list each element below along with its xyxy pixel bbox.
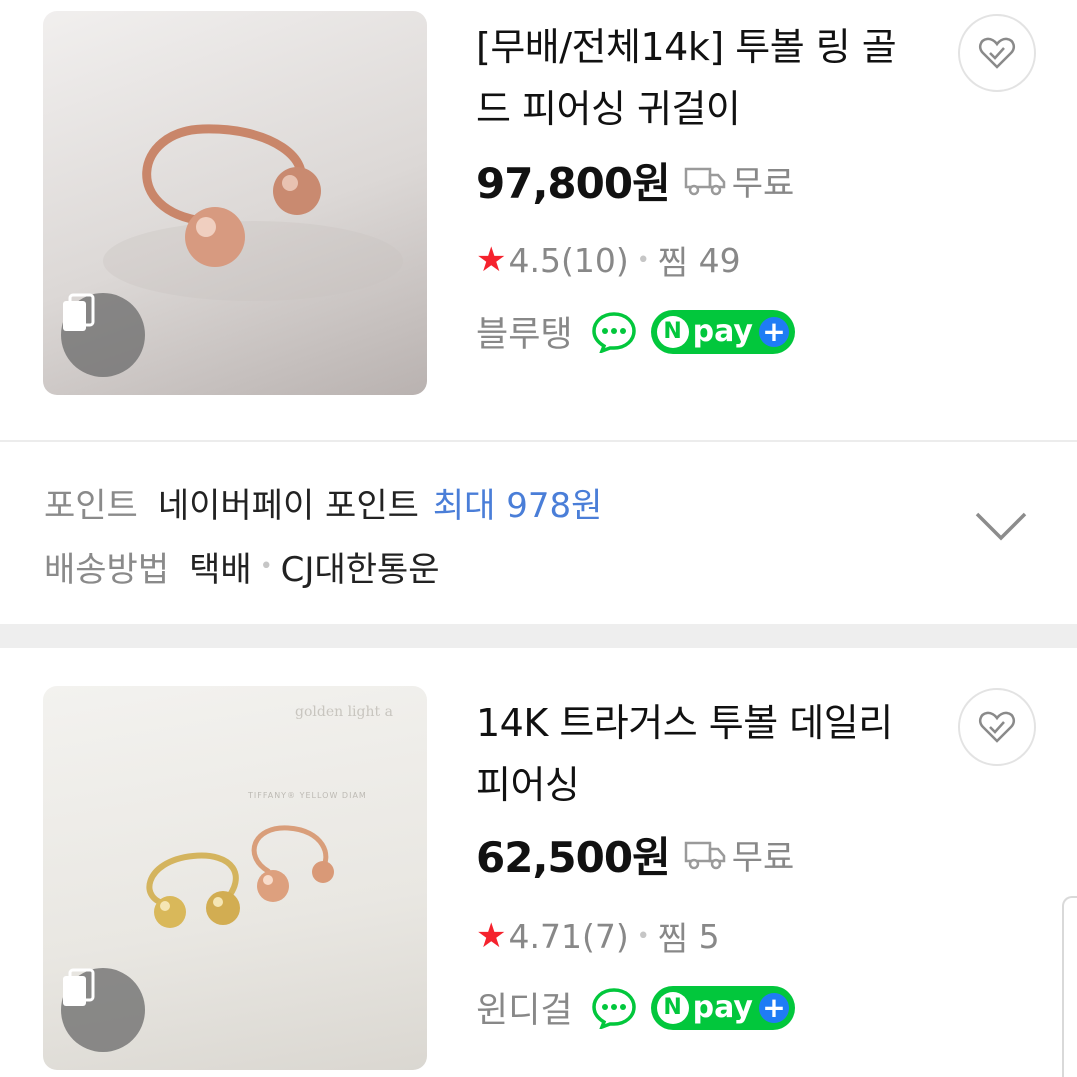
- point-max: 최대 978원: [432, 486, 603, 526]
- product-info-section[interactable]: 포인트 네이버페이 포인트 최대 978원 배송방법 택배 • CJ대한통운: [0, 442, 1077, 624]
- wish-count: 5: [698, 916, 720, 956]
- product-image[interactable]: golden light a TIFFANY® YELLOW DIAM: [43, 686, 427, 1070]
- npay-badge: N pay +: [650, 985, 795, 1030]
- product-title[interactable]: [무배/전체14k] 투볼 링 골드 피어싱 귀걸이: [476, 16, 916, 140]
- separator-dot: •: [636, 247, 650, 273]
- delivery-carrier: CJ대한통운: [280, 550, 440, 590]
- npay-label: pay: [692, 314, 753, 349]
- wish-label: 찜: [657, 919, 689, 958]
- chevron-down-icon[interactable]: [974, 510, 1028, 544]
- section-divider: [0, 624, 1077, 648]
- image-watermark: golden light a: [295, 704, 393, 720]
- gallery-button[interactable]: [61, 293, 145, 377]
- rating-score: 4.71: [508, 916, 582, 956]
- gallery-button[interactable]: [61, 968, 145, 1052]
- plus-icon: +: [758, 992, 789, 1023]
- product-image[interactable]: [43, 11, 427, 395]
- talk-icon[interactable]: [591, 311, 637, 353]
- shipping-fee: 무료: [731, 838, 795, 878]
- review-count: (10): [560, 240, 629, 280]
- star-icon: ★: [476, 240, 507, 280]
- product-card[interactable]: [무배/전체14k] 투볼 링 골드 피어싱 귀걸이 97,800원 무료 ★ …: [0, 0, 1077, 440]
- rating-row: ★ 4.71 (7) • 찜 5: [476, 912, 720, 960]
- separator-dot: •: [636, 923, 650, 949]
- product-card[interactable]: golden light a TIFFANY® YELLOW DIAM 14K …: [0, 648, 1077, 1077]
- seller-name[interactable]: 블루탱: [476, 306, 573, 357]
- seller-name[interactable]: 윈디걸: [476, 982, 573, 1033]
- gallery-icon: [63, 293, 95, 331]
- npay-n-icon: N: [656, 991, 689, 1024]
- product-price: 97,800원: [476, 159, 671, 208]
- seller-row: 블루탱 N pay +: [476, 306, 795, 357]
- price-row: 97,800원 무료: [476, 150, 794, 211]
- wish-icon: [978, 37, 1016, 69]
- wish-button[interactable]: [958, 688, 1036, 766]
- image-caption: TIFFANY® YELLOW DIAM: [247, 791, 367, 800]
- delivery-label: 배송방법: [44, 550, 170, 590]
- delivery-row: 배송방법 택배 • CJ대한통운: [44, 542, 440, 591]
- talk-icon[interactable]: [591, 987, 637, 1029]
- point-row: 포인트 네이버페이 포인트 최대 978원: [44, 478, 602, 527]
- rating-row: ★ 4.5 (10) • 찜 49: [476, 236, 741, 284]
- plus-icon: +: [758, 316, 789, 347]
- npay-label: pay: [692, 990, 753, 1025]
- seller-row: 윈디걸 N pay +: [476, 982, 795, 1033]
- scroll-edge: [1062, 896, 1077, 1077]
- product-price: 62,500원: [476, 833, 671, 882]
- review-count: (7): [581, 916, 629, 956]
- wish-label: 찜: [657, 243, 689, 282]
- star-icon: ★: [476, 916, 507, 956]
- price-row: 62,500원 무료: [476, 824, 794, 885]
- truck-icon: [684, 167, 725, 195]
- delivery-value: 택배: [189, 550, 252, 590]
- rating-score: 4.5: [508, 240, 561, 280]
- wish-count: 49: [698, 240, 741, 280]
- npay-badge: N pay +: [650, 309, 795, 354]
- truck-icon: [684, 841, 725, 869]
- gallery-icon: [63, 968, 95, 1006]
- product-title[interactable]: 14K 트라거스 투볼 데일리 피어싱: [476, 692, 916, 816]
- shipping-fee: 무료: [731, 164, 795, 204]
- separator-dot: •: [259, 554, 273, 579]
- wish-icon: [978, 711, 1016, 743]
- point-label: 포인트: [44, 486, 138, 526]
- point-value: 네이버페이 포인트: [157, 486, 419, 526]
- npay-n-icon: N: [656, 315, 689, 348]
- wish-button[interactable]: [958, 14, 1036, 92]
